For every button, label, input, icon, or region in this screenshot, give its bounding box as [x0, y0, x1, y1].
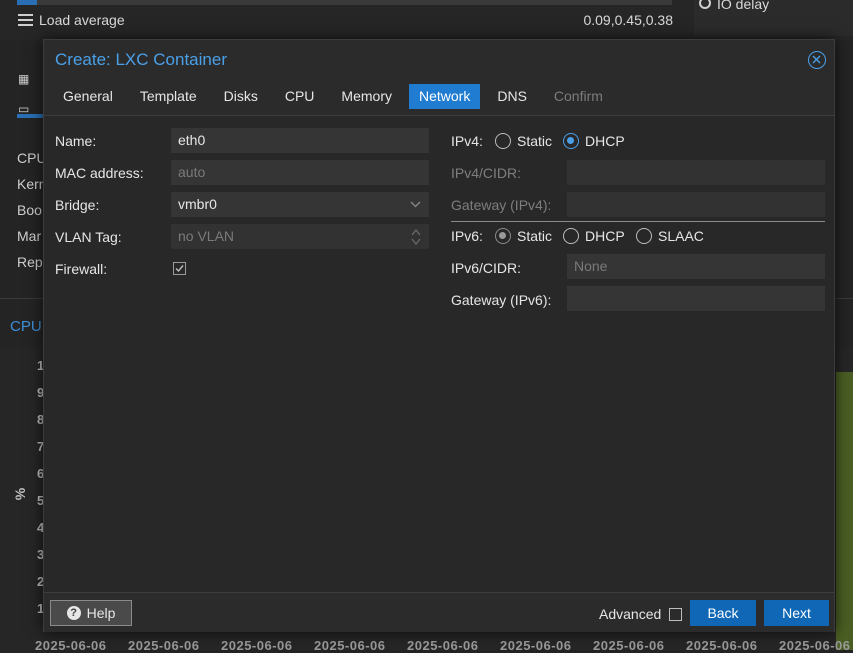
chevron-down-icon	[410, 192, 421, 217]
storage-progress-bar	[17, 114, 43, 118]
ipv6-dhcp-radio[interactable]	[563, 228, 579, 244]
ipv6-slaac-radio[interactable]	[636, 228, 652, 244]
tab-memory[interactable]: Memory	[331, 84, 402, 109]
x-tick: 2025-06-06	[35, 638, 107, 653]
ipv4-dhcp-radio[interactable]	[563, 133, 579, 149]
ipv4-cidr-input	[567, 160, 825, 185]
tab-dns[interactable]: DNS	[487, 84, 537, 109]
ip-separator	[451, 221, 825, 222]
ipv6-static-label[interactable]: Static	[517, 228, 552, 244]
tab-network[interactable]: Network	[408, 84, 481, 109]
x-tick: 2025-06-06	[128, 638, 200, 653]
vlan-tag-input[interactable]: no VLAN	[171, 224, 429, 249]
ipv6-gateway-input[interactable]	[567, 286, 825, 311]
name-label: Name:	[55, 133, 97, 149]
name-input[interactable]: eth0	[171, 128, 429, 153]
ipv6-cidr-label: IPv6/CIDR:	[451, 260, 522, 276]
tab-template[interactable]: Template	[130, 84, 207, 109]
ipv4-static-label[interactable]: Static	[517, 133, 552, 149]
cpu-x-ticks: 2025-06-06 2025-06-06 2025-06-06 2025-06-06…	[35, 638, 853, 653]
create-lxc-dialog: Create: LXC Container General Template D…	[43, 39, 835, 632]
firewall-checkbox[interactable]	[173, 262, 186, 275]
dialog-title: Create: LXC Container	[55, 50, 227, 69]
bridge-label: Bridge:	[55, 197, 100, 213]
checkmark-icon	[175, 265, 184, 273]
bridge-select[interactable]: vmbr0	[171, 192, 429, 217]
load-progress-track	[37, 0, 672, 5]
load-progress-bar	[17, 0, 37, 5]
mac-address-input[interactable]: auto	[171, 160, 429, 185]
x-tick: 2025-06-06	[779, 638, 851, 653]
next-button[interactable]: Next	[764, 600, 829, 626]
ipv6-cidr-input[interactable]: None	[567, 254, 825, 279]
dialog-footer: ? Help Advanced Back Next	[44, 592, 834, 632]
tab-cpu[interactable]: CPU	[275, 84, 325, 109]
load-average-value: 0.09,0.45,0.38	[583, 12, 673, 28]
ipv4-gateway-label: Gateway (IPv4):	[451, 197, 552, 213]
ipv4-gateway-input	[567, 192, 825, 217]
ipv6-gateway-label: Gateway (IPv6):	[451, 292, 552, 308]
wizard-tabs: General Template Disks CPU Memory Networ…	[53, 84, 620, 109]
ipv6-static-radio[interactable]	[495, 228, 511, 244]
question-icon: ?	[66, 606, 81, 620]
x-tick: 2025-06-06	[593, 638, 665, 653]
x-tick: 2025-06-06	[686, 638, 758, 653]
firewall-label: Firewall:	[55, 261, 108, 277]
tab-general[interactable]: General	[53, 84, 123, 109]
ipv4-dhcp-label[interactable]: DHCP	[585, 133, 625, 149]
tasks-icon	[18, 14, 33, 26]
help-label: Help	[86, 605, 116, 621]
ipv4-cidr-label: IPv4/CIDR:	[451, 165, 522, 181]
ipv6-label: IPv6:	[451, 228, 483, 244]
close-button[interactable]	[808, 51, 826, 69]
vlan-tag-label: VLAN Tag:	[55, 229, 122, 245]
help-button[interactable]: ? Help	[50, 600, 132, 626]
cpu-chart-title: CPU	[10, 318, 42, 335]
cpu-y-unit: %	[12, 487, 29, 501]
ipv6-slaac-label[interactable]: SLAAC	[658, 228, 704, 244]
vlan-tag-placeholder: no VLAN	[178, 228, 235, 244]
io-delay-label: IO delay	[717, 0, 770, 12]
x-tick: 2025-06-06	[407, 638, 479, 653]
tab-disks[interactable]: Disks	[214, 84, 268, 109]
bridge-value: vmbr0	[178, 196, 217, 212]
x-tick: 2025-06-06	[221, 638, 293, 653]
x-tick: 2025-06-06	[314, 638, 386, 653]
advanced-checkbox[interactable]	[669, 608, 682, 621]
load-average-label: Load average	[39, 12, 125, 28]
tab-confirm: Confirm	[553, 88, 603, 104]
x-tick: 2025-06-06	[500, 638, 572, 653]
ipv4-static-radio[interactable]	[495, 133, 511, 149]
ipv6-dhcp-label[interactable]: DHCP	[585, 228, 625, 244]
close-icon	[812, 55, 821, 64]
back-button[interactable]: Back	[690, 600, 756, 626]
cpu-usage-fill	[836, 372, 853, 650]
mac-address-label: MAC address:	[55, 165, 144, 181]
network-form: Name: eth0 MAC address: auto Bridge: vmb…	[44, 116, 834, 592]
advanced-label[interactable]: Advanced	[599, 606, 661, 622]
ipv4-label: IPv4:	[451, 133, 483, 149]
spinner-icon[interactable]	[411, 224, 421, 249]
